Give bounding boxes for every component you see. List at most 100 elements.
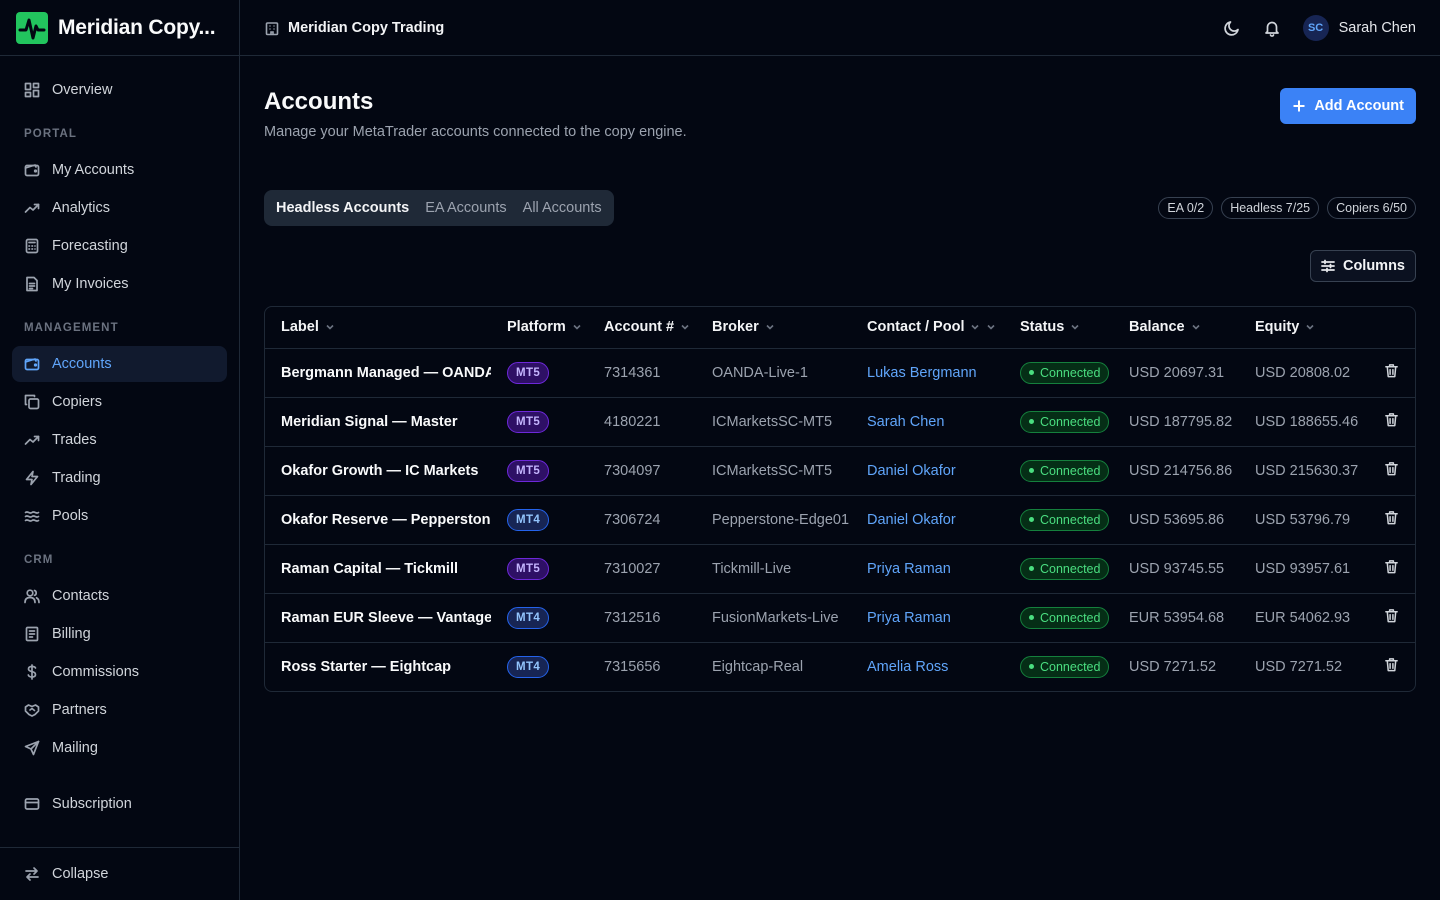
notifications-button[interactable] [1263,19,1281,37]
delete-button[interactable] [1384,608,1399,623]
column-header-broker[interactable]: Broker [696,307,851,349]
tab-all-accounts[interactable]: All Accounts [515,194,610,222]
topbar-actions: SC Sarah Chen [1223,14,1416,41]
column-header-label: Equity [1255,319,1300,336]
status-badge: Connected [1020,655,1110,678]
delete-button[interactable] [1384,657,1399,672]
table-row[interactable]: Okafor Reserve — Pepperstone MT4 7306724 Pe… [265,495,1415,545]
users-icon [24,589,40,604]
equity-value: USD 20808.02 [1239,348,1365,398]
contact-link[interactable]: Amelia Ross [867,659,948,675]
sidebar-item-partners[interactable]: Partners [12,692,227,728]
column-header-platform[interactable]: Platform [491,307,588,349]
sidebar-item-my-accounts[interactable]: My Accounts [12,152,227,188]
status-cell: Connected [1004,495,1113,545]
sidebar-section-crm: CRM [24,554,54,566]
table-row[interactable]: Bergmann Managed — OANDA MT5 7314361 OANDA-… [265,348,1415,398]
tab-ea-accounts[interactable]: EA Accounts [417,194,514,222]
contact-link[interactable]: Priya Raman [867,561,951,577]
account-label: Bergmann Managed — OANDA [265,348,491,398]
usage-counters: EA 0/2 Headless 7/25 Copiers 6/50 [1158,197,1416,219]
chevron-down-icon [987,325,996,330]
column-header-status[interactable]: Status [1004,307,1113,349]
chevron-down-icon [1306,325,1314,330]
sidebar-item-label: Trading [52,470,101,486]
column-header-equity[interactable]: Equity [1239,307,1365,349]
status-badge: Connected [1020,557,1110,580]
account-number: 7314361 [588,348,696,398]
account-label: Okafor Reserve — Pepperstone [265,495,491,545]
sidebar-item-accounts[interactable]: Accounts [12,346,227,382]
columns-button[interactable]: Columns [1309,250,1416,282]
plus-icon [1293,100,1305,112]
delete-button[interactable] [1384,559,1399,574]
trash-icon [1384,462,1398,476]
sidebar-item-pools[interactable]: Pools [12,498,227,534]
equity-value: USD 93957.61 [1239,544,1365,594]
collapse-button[interactable]: Collapse [12,856,227,892]
platform-badge: MT5 [507,361,550,384]
platform-cell: MT5 [491,544,588,594]
sidebar-item-billing[interactable]: Billing [12,616,227,652]
headless-counter-badge: Headless 7/25 [1221,197,1320,219]
delete-button[interactable] [1384,510,1399,525]
contact-link[interactable]: Lukas Bergmann [867,365,977,381]
tab-headless-accounts[interactable]: Headless Accounts [268,194,417,222]
column-header-account-number[interactable]: Account # [588,307,696,349]
sidebar-section-management: MANAGEMENT [24,322,119,334]
balance-value: USD 20697.31 [1113,348,1239,398]
sidebar-item-overview[interactable]: Overview [12,72,227,108]
add-account-button[interactable]: Add Account [1280,88,1416,124]
brand-logo-icon [16,11,48,44]
table-row[interactable]: Meridian Signal — Master MT5 4180221 ICMark… [265,397,1415,447]
columns-label: Columns [1342,258,1405,274]
account-number: 4180221 [588,397,696,447]
collapse-label: Collapse [52,866,109,882]
sidebar-item-label: Copiers [52,394,102,410]
delete-button[interactable] [1384,461,1399,476]
column-header-balance[interactable]: Balance [1113,307,1239,349]
status-cell: Connected [1004,544,1113,594]
sidebar-item-analytics[interactable]: Analytics [12,190,227,226]
sidebar-item-forecasting[interactable]: Forecasting [12,228,227,264]
table-row[interactable]: Raman EUR Sleeve — Vantage MT4 7312516 Fusi… [265,593,1415,643]
account-label: Meridian Signal — Master [265,397,491,447]
contact-link[interactable]: Daniel Okafor [867,463,956,479]
column-header-contact-pool[interactable]: Contact / Pool [851,307,1004,349]
sidebar-item-trades[interactable]: Trades [12,422,227,458]
sidebar-item-copiers[interactable]: Copiers [12,384,227,420]
sidebar-item-mailing[interactable]: Mailing [12,730,227,766]
brand[interactable]: Meridian Copy... [0,0,239,56]
theme-toggle-button[interactable] [1223,19,1241,37]
sidebar-item-subscription[interactable]: Subscription [12,786,227,822]
table-row[interactable]: Raman Capital — Tickmill MT5 7310027 Tickmi… [265,544,1415,594]
status-cell: Connected [1004,397,1113,447]
table-row[interactable]: Okafor Growth — IC Markets MT5 7304097 ICMa… [265,446,1415,496]
table-row[interactable]: Ross Starter — Eightcap MT4 7315656 Eightca… [265,642,1415,691]
contact-link[interactable]: Sarah Chen [867,414,944,430]
avatar: SC [1302,14,1329,41]
add-account-label: Add Account [1314,98,1404,114]
user-menu[interactable]: SC Sarah Chen [1302,14,1416,41]
sidebar-item-label: Pools [52,508,89,524]
sidebar-item-contacts[interactable]: Contacts [12,578,227,614]
chevron-down-icon [326,325,334,330]
sidebar-item-commissions[interactable]: Commissions [12,654,227,690]
sidebar-item-my-invoices[interactable]: My Invoices [12,266,227,302]
delete-button[interactable] [1384,412,1399,427]
delete-button[interactable] [1384,363,1399,378]
status-badge: Connected [1020,410,1110,433]
trash-icon [1384,511,1398,525]
column-header-label: Platform [507,319,566,336]
column-header-label[interactable]: Label [265,307,491,349]
sidebar-item-trading[interactable]: Trading [12,460,227,496]
chevron-down-icon [1071,325,1079,330]
contact-link[interactable]: Daniel Okafor [867,512,956,528]
account-number: 7312516 [588,593,696,643]
page-title: Accounts [264,88,374,115]
account-label: Raman EUR Sleeve — Vantage [265,593,491,643]
equity-value: EUR 54062.93 [1239,593,1365,643]
arrows-swap-icon [25,867,39,881]
status-cell: Connected [1004,446,1113,496]
contact-link[interactable]: Priya Raman [867,610,951,626]
